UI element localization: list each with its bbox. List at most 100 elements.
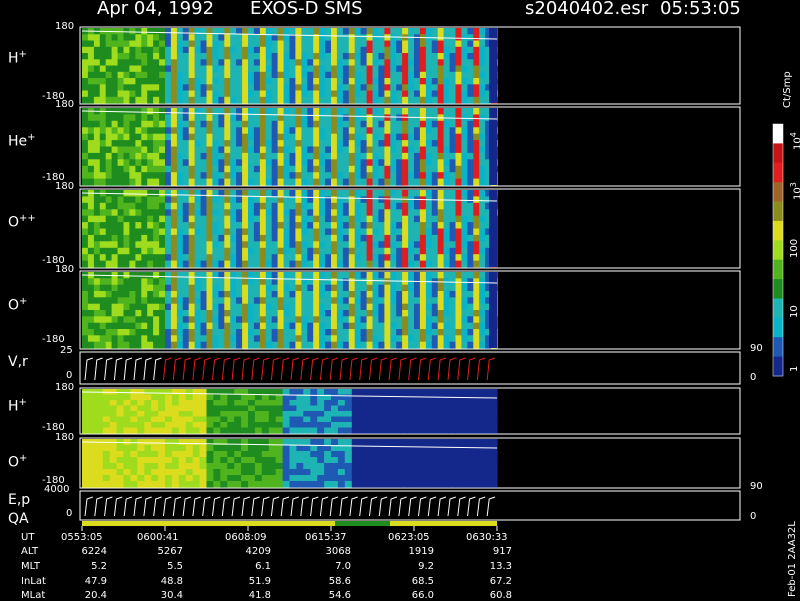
spectrogram-cell [117, 228, 125, 236]
spectrogram-cell [390, 310, 397, 317]
spectrogram-cell [82, 53, 89, 60]
spectrogram-cell [182, 28, 190, 35]
spectrogram-cell [224, 254, 231, 262]
spectrogram-cell [402, 84, 409, 92]
spectrogram-cell [479, 272, 486, 279]
spectrogram-cell [303, 416, 311, 423]
spectrogram-cell [449, 228, 457, 236]
spectrogram-cell [93, 247, 101, 255]
spectrogram-cell [129, 215, 136, 223]
colorbar-swatch [773, 240, 783, 261]
spectrogram-cell [144, 405, 152, 412]
spectrogram-cell [82, 341, 89, 349]
spectrogram-cell [283, 71, 291, 79]
spectrogram-cell [354, 65, 362, 73]
spectrogram-cell [151, 481, 159, 488]
spectrogram-cell [390, 84, 397, 92]
spectrogram-cell [194, 209, 202, 217]
spectrogram-cell [182, 159, 190, 167]
spectrogram-cell [283, 190, 291, 197]
spectrogram-cell [331, 310, 338, 317]
spectrogram-cell [479, 297, 486, 305]
spectrogram-cell [151, 427, 159, 434]
spectrogram-cell [234, 400, 242, 407]
spectrogram-cell [348, 65, 356, 73]
spectrogram-cell [170, 322, 178, 330]
spectrogram-cell [483, 400, 491, 407]
spectrogram-cell [366, 310, 374, 317]
spectrogram-cell [313, 215, 320, 223]
spectrogram-cell [301, 222, 308, 230]
spectrogram-cell [236, 297, 243, 305]
spectrogram-cell [396, 65, 403, 73]
spectrogram-cell [378, 108, 385, 115]
spectrogram-cell [176, 260, 184, 268]
spectrogram-cell [462, 427, 470, 434]
spectrogram-cell [200, 310, 208, 317]
spectrogram-cell [490, 405, 498, 412]
spectrogram-cell [259, 303, 267, 311]
spectrogram-cell [117, 247, 125, 255]
spectrogram-cell [283, 310, 291, 317]
spectrogram-cell [93, 303, 101, 311]
spectrogram-cell [220, 394, 228, 401]
spectrogram-cell [248, 291, 255, 298]
spectrogram-cell [443, 341, 451, 349]
spectrogram-cell [283, 172, 291, 180]
spectrogram-cell [317, 469, 325, 476]
spectrogram-cell [289, 481, 297, 488]
spectrogram-cell [336, 272, 344, 279]
spectrogram-cell [301, 152, 308, 160]
spectrogram-cell [390, 140, 397, 148]
spectrogram-cell [212, 120, 219, 128]
spectrogram-cell [200, 241, 208, 249]
spectrogram-cell [194, 120, 202, 128]
spectrogram-cell [461, 40, 468, 48]
spectrogram-cell [431, 190, 439, 197]
spectrogram-cell [220, 463, 228, 470]
spectrogram-cell [372, 405, 380, 412]
spectrogram-cell [342, 90, 350, 98]
spectrogram-cell [479, 228, 486, 236]
spectrogram-cell [331, 475, 339, 482]
spectrogram-cell [396, 228, 403, 236]
spectrogram-cell [390, 291, 397, 298]
spectrogram-cell [402, 78, 409, 85]
spectrogram-cell [147, 228, 154, 236]
spectrogram-cell [289, 291, 296, 298]
spectrogram-cell [414, 439, 422, 446]
spectrogram-cell [135, 234, 142, 242]
spectrogram-cell [123, 165, 130, 173]
spectrogram-cell [170, 215, 178, 223]
spectrogram-cell [307, 247, 314, 255]
spectrogram-cell [236, 178, 243, 186]
spectrogram-cell [344, 416, 353, 423]
spectrogram-cell [182, 196, 190, 204]
spectrogram-cell [259, 172, 267, 180]
spectrogram-cell [358, 389, 367, 396]
spectrogram-cell [455, 291, 462, 298]
spectrogram-cell [141, 196, 148, 204]
spectrogram-cell [230, 133, 237, 141]
spectrogram-cell [200, 40, 208, 48]
spectrogram-cell [135, 120, 142, 128]
spectrogram-cell [319, 260, 326, 268]
spectrogram-cell [360, 209, 368, 217]
spectrogram-cell [366, 341, 374, 349]
spectrogram-cell [182, 209, 190, 217]
spectrogram-cell [324, 427, 332, 434]
spectrogram-cell [93, 46, 101, 54]
spectrogram-cell [289, 190, 296, 197]
spectrogram-cell [153, 71, 160, 79]
spectrogram-cell [230, 222, 237, 230]
spectrogram-cell [165, 260, 172, 268]
spectrogram-cell [348, 310, 356, 317]
spectrogram-cell [234, 405, 242, 412]
spectrogram-cell [111, 254, 119, 262]
spectrogram-cell [431, 234, 439, 242]
spectrogram-cell [220, 451, 228, 458]
spectrogram-cell [188, 90, 196, 98]
spectrogram-cell [455, 120, 462, 128]
spectrogram-cell [408, 254, 415, 262]
spectrogram-cell [206, 78, 213, 85]
